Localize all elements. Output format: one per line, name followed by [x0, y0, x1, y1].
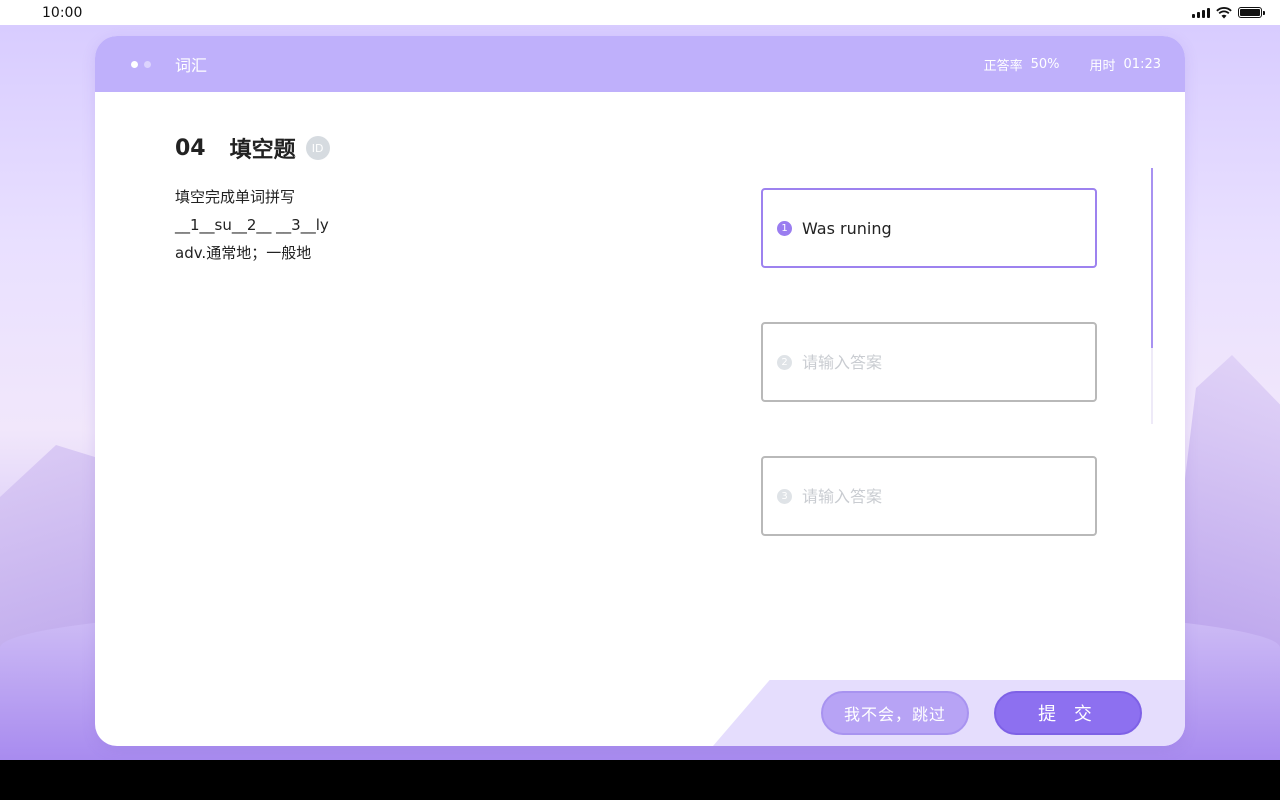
- skip-button[interactable]: 我不会，跳过: [821, 691, 969, 735]
- quiz-card: 词汇 正答率 50% 用时 01:23 04 填空题 ID 填空完成单词拼写 _…: [95, 36, 1185, 746]
- status-icons: [1192, 6, 1265, 19]
- answer-list: 1 2 3: [761, 188, 1097, 590]
- accuracy-label: 正答率: [983, 58, 1023, 74]
- answers-scrollbar[interactable]: [1151, 168, 1153, 424]
- answer-input-2[interactable]: [802, 352, 1081, 372]
- time-value: 01:23: [1123, 56, 1161, 72]
- quiz-stats: 正答率 50% 用时 01:23: [984, 55, 1161, 74]
- question-number: 04: [175, 135, 206, 161]
- section-title: 词汇: [175, 56, 208, 75]
- wifi-icon: [1216, 6, 1232, 18]
- question-body: 填空完成单词拼写 __1__su__2__ __3__ly adv.通常地；一般…: [175, 183, 329, 267]
- id-badge[interactable]: ID: [305, 136, 330, 160]
- bottom-bar: [0, 760, 1280, 800]
- signal-icon: [1192, 7, 1210, 18]
- answer-field-1[interactable]: 1: [761, 188, 1097, 268]
- answer-input-3[interactable]: [802, 486, 1081, 506]
- page-dot: [144, 60, 151, 68]
- page-dot-active: [131, 60, 138, 68]
- answer-index-badge: 3: [777, 488, 792, 504]
- answer-index-badge: 1: [777, 220, 792, 236]
- scroll-thumb[interactable]: [1151, 168, 1153, 348]
- time-label: 用时: [1089, 58, 1116, 74]
- status-time: 10:00: [42, 4, 83, 21]
- question-instruction: 填空完成单词拼写: [175, 188, 296, 206]
- card-header: 词汇 正答率 50% 用时 01:23: [95, 36, 1185, 92]
- answer-index-badge: 2: [777, 354, 792, 370]
- answer-field-3[interactable]: 3: [761, 456, 1097, 536]
- accuracy-value: 50%: [1030, 56, 1060, 72]
- battery-icon: [1238, 7, 1265, 18]
- answer-field-2[interactable]: 2: [761, 322, 1097, 402]
- question-definition: adv.通常地；一般地: [175, 244, 312, 262]
- question-type: 填空题: [229, 138, 296, 163]
- question-pattern: __1__su__2__ __3__ly: [175, 216, 329, 234]
- page-indicator: [131, 60, 151, 68]
- answer-input-1[interactable]: [802, 218, 1081, 238]
- status-bar: 10:00: [0, 0, 1280, 25]
- question-heading: 04 填空题 ID: [175, 132, 330, 164]
- submit-button[interactable]: 提 交: [994, 691, 1142, 735]
